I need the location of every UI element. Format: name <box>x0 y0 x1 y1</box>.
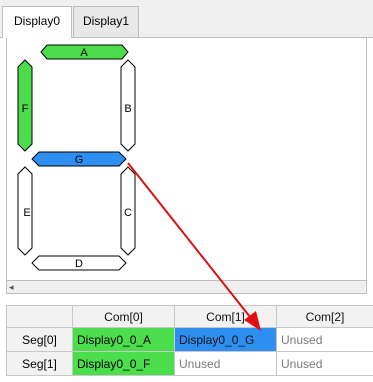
segment-mapping-grid: Com[0] Com[1] Com[2] Seg[0] Display0_0_A… <box>6 305 373 376</box>
segment-b-label: B <box>124 103 131 115</box>
column-header: Com[2] <box>276 305 373 328</box>
segment-e-label: E <box>23 207 30 219</box>
grid-cell[interactable]: Unused <box>276 351 373 376</box>
segment-g-label: G <box>75 154 84 166</box>
table-row: Seg[1] Display0_0_F Unused Unused <box>6 351 373 376</box>
grid-cell[interactable]: Display0_0_A <box>72 327 175 352</box>
horizontal-scrollbar[interactable]: ◂ <box>6 280 367 294</box>
seven-segment-canvas: A F B G E C D <box>6 38 367 280</box>
scroll-left-icon[interactable]: ◂ <box>9 282 14 292</box>
column-header: Com[0] <box>72 305 175 328</box>
segment-d-label: D <box>75 258 83 270</box>
segment-f-label: F <box>22 103 29 115</box>
row-header: Seg[0] <box>6 327 73 352</box>
grid-cell[interactable]: Unused <box>174 351 277 376</box>
grid-cell[interactable]: Display0_0_G <box>174 327 277 352</box>
grid-cell[interactable]: Unused <box>276 327 373 352</box>
column-header: Com[1] <box>174 305 277 328</box>
tab-display1[interactable]: Display1 <box>73 6 139 38</box>
grid-cell[interactable]: Display0_0_F <box>72 351 175 376</box>
segment-c-label: C <box>124 207 132 219</box>
grid-corner <box>6 305 73 328</box>
tab-display0[interactable]: Display0 <box>2 6 72 39</box>
table-row: Seg[0] Display0_0_A Display0_0_G Unused <box>6 327 373 352</box>
row-header: Seg[1] <box>6 351 73 376</box>
tab-bar: Display0 Display1 <box>0 0 373 39</box>
seven-segment-display: A F B G E C D <box>17 44 136 271</box>
segment-a-label: A <box>80 47 88 59</box>
